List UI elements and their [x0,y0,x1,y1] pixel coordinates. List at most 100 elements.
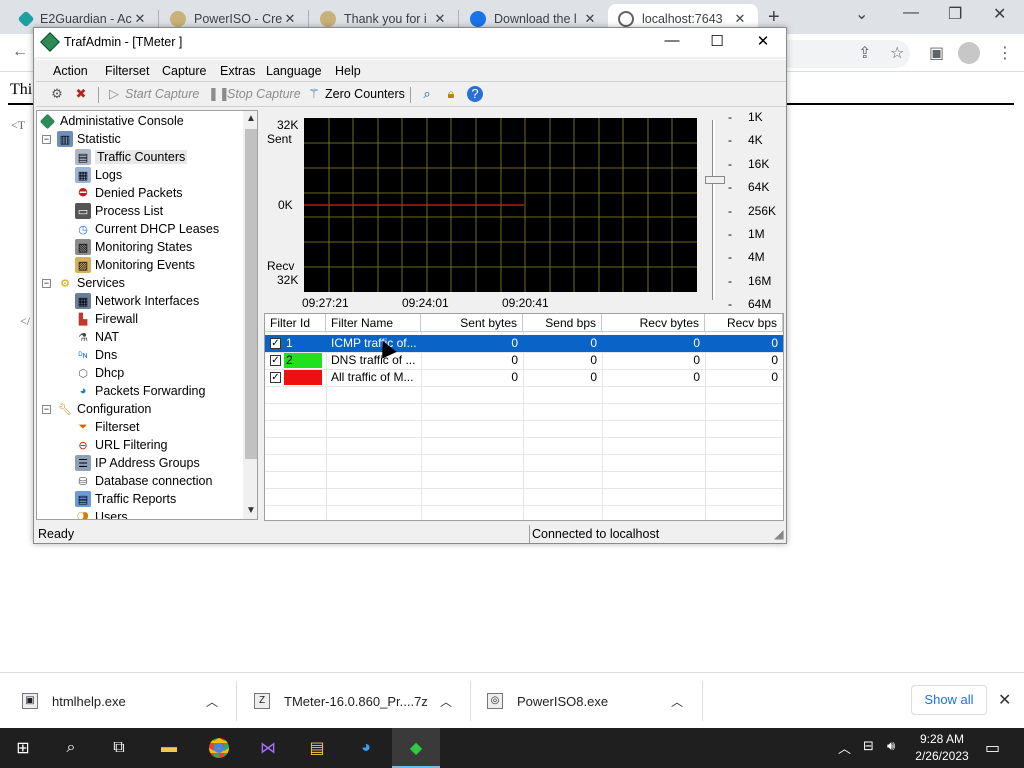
collapse-services-icon[interactable]: − [42,279,51,288]
restore-icon[interactable]: ❐ [948,4,962,24]
start-capture-button[interactable]: ▷ Start Capture [106,86,199,102]
tree-monitoring-events[interactable]: ▨ Monitoring Events [75,256,195,274]
row-checkbox[interactable]: ✓ [270,338,281,350]
menu-language[interactable]: Language [266,64,322,78]
minimize-icon[interactable]: — [652,32,692,49]
table-row[interactable]: ✓ 3 All traffic of M... 0 0 0 0 [265,369,783,386]
zero-counters-button[interactable]: ⚚ Zero Counters [306,86,405,102]
menu-action[interactable]: Action [53,64,88,78]
column-header-recv-bps[interactable]: Recv bps [705,314,783,332]
tree-denied-packets[interactable]: ⛔︎ Denied Packets [75,184,182,202]
menu-extras[interactable]: Extras [220,64,255,78]
search-filter-icon[interactable]: ⌕ [419,86,438,102]
tree-dns[interactable]: ᴰɴ Dns [75,346,117,364]
network-icon[interactable]: ⊟ [863,738,874,754]
maximize-icon[interactable]: ☐ [697,32,737,50]
show-all-button[interactable]: Show all [911,685,987,715]
chevron-up-icon[interactable]: ︿ [440,693,452,710]
help-icon[interactable]: ? [467,86,486,102]
tree-traffic-reports[interactable]: ▤ Traffic Reports [75,490,176,508]
tab-search-chevron-icon[interactable]: ⌄ [855,4,868,24]
lock-key-icon[interactable]: 🔒︎ [443,86,462,102]
back-arrow-icon[interactable]: ← [12,43,28,61]
column-header-send-bps[interactable]: Send bps [523,314,602,332]
tmeter-taskbar-icon[interactable]: ◆ [403,736,429,760]
table-row[interactable]: ✓ 1 ICMP traffic of... 0 0 0 0 [265,335,783,352]
close-icon[interactable]: ✕ [132,11,148,27]
menu-help[interactable]: Help [335,64,361,78]
disconnect-icon[interactable]: ✖ [73,86,92,102]
tree-dhcp-leases[interactable]: ◷ Current DHCP Leases [75,220,219,238]
resize-grip-icon[interactable]: ◢ [772,525,786,543]
tree-url-filtering[interactable]: ⊖ URL Filtering [75,436,167,454]
tree-packets-forwarding[interactable]: ◕ Packets Forwarding [75,382,206,400]
column-header-filter-name[interactable]: Filter Name [326,314,421,332]
windows-start-icon[interactable]: ⊞ [10,736,36,760]
tree-logs[interactable]: ▦ Logs [75,166,122,184]
file-explorer-icon[interactable]: ▬ [156,736,182,760]
tree-firewall[interactable]: ▙ Firewall [75,310,138,328]
tree-root-console[interactable]: Administative Console [39,112,184,130]
close-icon[interactable]: ✕ [282,11,298,27]
archive-app-icon[interactable]: ▤ [304,736,330,760]
side-panel-icon[interactable]: ▣ [929,43,944,63]
close-icon[interactable]: ✕ [743,32,783,50]
collapse-configuration-icon[interactable]: − [42,405,51,414]
close-window-icon[interactable]: ✕ [993,4,1006,24]
tree-monitoring-states[interactable]: ▧ Monitoring States [75,238,192,256]
task-view-icon[interactable]: ⧉ [106,736,132,760]
taskbar-clock[interactable]: 9:28 AM 2/26/2023 [912,731,972,765]
download-item-htmlhelp[interactable]: ▣ htmlhelp.exe ︿ [22,673,232,729]
menu-filterset[interactable]: Filterset [105,64,149,78]
scale-slider-thumb[interactable] [705,176,725,184]
tree-users[interactable]: 👥︎ Users [75,508,128,519]
close-icon[interactable]: ✕ [732,11,748,27]
close-icon[interactable]: ✕ [582,11,598,27]
download-item-tmeter[interactable]: Z TMeter-16.0.860_Pr....7z ︿ [254,673,464,729]
column-header-filter-id[interactable]: Filter Id [265,314,326,332]
settings-gear-icon[interactable]: ⚙ [49,86,68,102]
row-checkbox[interactable]: ✓ [270,355,281,367]
download-item-poweriso[interactable]: ◎ PowerISO8.exe ︿ [487,673,697,729]
close-icon[interactable]: ✕ [998,690,1011,710]
chrome-icon[interactable] [206,736,232,760]
volume-icon[interactable]: 🔊︎ [887,738,895,754]
new-tab-button[interactable]: + [768,6,780,29]
scroll-up-icon[interactable]: ▲ [245,113,257,124]
chevron-up-icon[interactable]: ︿ [671,693,683,710]
tree-dhcp[interactable]: ⬡ Dhcp [75,364,124,382]
tree-scrollbar[interactable]: ▲ ▼ [243,111,257,519]
close-icon[interactable]: ✕ [432,11,448,27]
stop-capture-button[interactable]: ❚❚ Stop Capture [208,86,301,102]
menu-capture[interactable]: Capture [162,64,206,78]
scale-slider-track[interactable] [712,120,715,300]
tree-network-interfaces[interactable]: ▦ Network Interfaces [75,292,199,310]
tree-process-list[interactable]: ▭ Process List [75,202,163,220]
visual-studio-icon[interactable]: ⋈ [255,736,281,760]
scroll-down-icon[interactable]: ▼ [245,505,257,516]
tree-statistic[interactable]: ▥ Statistic [57,130,121,148]
share-icon[interactable]: ⇪ [858,43,871,63]
bookmark-star-icon[interactable]: ☆ [890,43,904,63]
minimize-icon[interactable]: — [903,4,919,22]
column-header-sent-bytes[interactable]: Sent bytes [421,314,523,332]
tree-nat[interactable]: ⚗ NAT [75,328,119,346]
scrollbar-thumb[interactable] [245,129,257,459]
table-row[interactable]: ✓ 2 DNS traffic of ... 0 0 0 0 [265,352,783,369]
more-menu-icon[interactable]: ⋮ [997,43,1013,63]
notifications-icon[interactable]: ▭ [985,738,1000,758]
tree-filterset[interactable]: ⏷ Filterset [75,418,140,436]
collapse-statistic-icon[interactable]: − [42,135,51,144]
tree-configuration[interactable]: 🔧︎ Configuration [57,400,151,418]
tree-services[interactable]: ⚙ Services [57,274,125,292]
show-hidden-icons-icon[interactable]: ︿ [838,738,851,757]
edge-icon[interactable]: ◕ [353,736,379,760]
tree-database-connection[interactable]: ⛁ Database connection [75,472,212,490]
tree-traffic-counters[interactable]: ▤ Traffic Counters [75,148,188,166]
column-header-recv-bytes[interactable]: Recv bytes [602,314,705,332]
row-checkbox[interactable]: ✓ [270,372,281,384]
search-icon[interactable]: ⌕ [58,736,84,760]
tree-ip-address-groups[interactable]: ☰ IP Address Groups [75,454,200,472]
profile-avatar[interactable] [958,42,980,64]
chevron-up-icon[interactable]: ︿ [206,693,218,710]
